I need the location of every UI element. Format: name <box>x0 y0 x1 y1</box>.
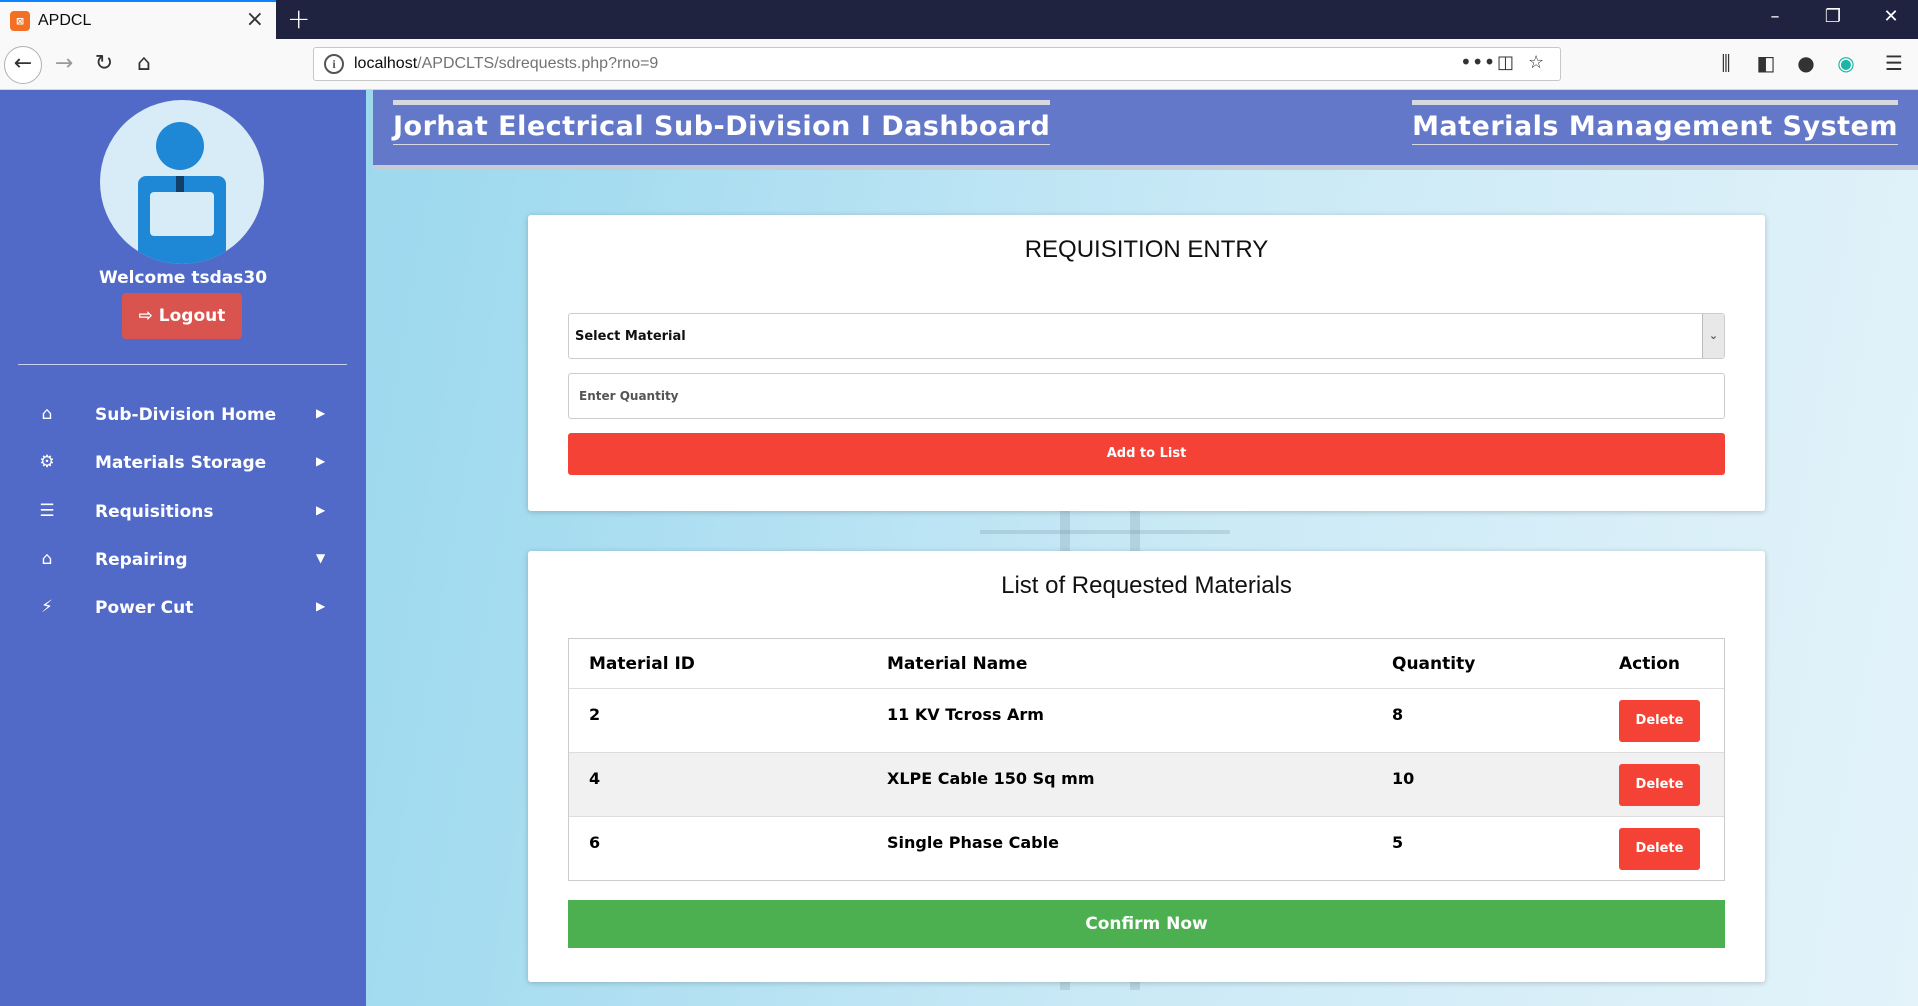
page-content: Welcome tsdas30 ⇨ Logout ⌂ Sub-Division … <box>0 90 1918 1006</box>
url-text: localhost/APDCLTS/sdrequests.php?rno=9 <box>354 55 658 73</box>
material-name-cell: Single Phase Cable <box>887 833 1059 852</box>
plug-icon: ⚡ <box>41 597 53 617</box>
sidebar-item-repairing[interactable]: ⌂ Repairing ▼ <box>0 541 366 581</box>
account-icon[interactable]: ● <box>1792 51 1820 75</box>
close-tab-icon[interactable]: × <box>246 7 264 32</box>
requisition-entry-title: REQUISITION ENTRY <box>1024 236 1269 263</box>
sidebar-toggle-icon[interactable]: ◧ <box>1752 51 1780 75</box>
url-host: localhost <box>354 55 418 72</box>
bookmark-star-icon[interactable]: ☆ <box>1528 52 1544 73</box>
gear-icon: ⚙ <box>39 452 55 472</box>
column-header-quantity: Quantity <box>1392 654 1476 674</box>
system-title: Materials Management System <box>1412 100 1898 145</box>
requested-materials-table: Material ID Material Name Quantity Actio… <box>568 638 1725 881</box>
laptop-icon <box>150 192 214 236</box>
sidebar-item-requisitions[interactable]: ☰ Requisitions ▶ <box>0 493 366 533</box>
back-icon[interactable]: ← <box>4 46 42 84</box>
column-header-material-name: Material Name <box>887 654 1028 674</box>
sidebar-item-label: Requisitions <box>95 502 214 522</box>
sidebar-item-label: Materials Storage <box>95 453 267 473</box>
material-select[interactable]: Select Material ⌄ <box>568 313 1725 359</box>
menu-icon[interactable]: ☰ <box>1880 51 1908 75</box>
sidebar-item-label: Sub-Division Home <box>95 405 277 425</box>
xampp-icon: ⊠ <box>10 11 30 31</box>
material-select-value: Select Material <box>575 329 686 344</box>
caret-right-icon: ▶ <box>316 503 326 517</box>
restore-icon[interactable]: ❐ <box>1818 6 1848 27</box>
delete-button[interactable]: Delete <box>1619 828 1700 870</box>
material-id-cell: 4 <box>589 769 601 788</box>
minimize-icon[interactable]: – <box>1760 6 1790 27</box>
material-name-cell: XLPE Cable 150 Sq mm <box>887 769 1095 788</box>
avatar <box>100 100 264 264</box>
address-bar[interactable]: i localhost/APDCLTS/sdrequests.php?rno=9… <box>313 47 1561 81</box>
delete-button[interactable]: Delete <box>1619 764 1700 806</box>
requested-materials-card: List of Requested Materials Material ID … <box>528 551 1765 982</box>
sidebar-divider <box>18 364 347 365</box>
quantity-placeholder: Enter Quantity <box>579 389 679 403</box>
sidebar-item-materials-storage[interactable]: ⚙ Materials Storage ▶ <box>0 444 366 484</box>
background-tower <box>980 530 1230 534</box>
home-icon[interactable]: ⌂ <box>128 48 160 80</box>
bank-icon: ⌂ <box>41 549 53 569</box>
confirm-now-button[interactable]: Confirm Now <box>568 900 1725 948</box>
quantity-input[interactable]: Enter Quantity <box>568 373 1725 419</box>
list-icon: ☰ <box>39 501 55 521</box>
caret-down-icon: ▼ <box>316 551 326 565</box>
table-row: 4 XLPE Cable 150 Sq mm 10 Delete <box>569 752 1724 816</box>
page-actions-icon[interactable]: ••• <box>1460 50 1495 74</box>
dashboard-title: Jorhat Electrical Sub-Division I Dashboa… <box>393 100 1051 145</box>
tab-title: APDCL <box>38 12 92 29</box>
caret-right-icon: ▶ <box>316 406 326 420</box>
table-row: 2 11 KV Tcross Arm 8 Delete <box>569 688 1724 752</box>
browser-tab[interactable]: ⊠ APDCL × <box>0 0 276 39</box>
requisition-entry-card: REQUISITION ENTRY Select Material ⌄ Ente… <box>528 215 1765 511</box>
column-header-material-id: Material ID <box>589 654 695 674</box>
logout-button[interactable]: ⇨ Logout <box>122 293 242 339</box>
welcome-text: Welcome tsdas30 <box>98 268 268 288</box>
forward-icon[interactable]: → <box>48 48 80 80</box>
caret-right-icon: ▶ <box>316 599 326 613</box>
chevron-down-icon: ⌄ <box>1702 314 1724 358</box>
reload-icon[interactable]: ↻ <box>88 48 120 80</box>
window-close-icon[interactable]: ✕ <box>1876 6 1906 27</box>
library-icon[interactable]: ⫼ <box>1712 51 1740 75</box>
pocket-icon[interactable]: ◫ <box>1497 52 1514 73</box>
quantity-cell: 8 <box>1392 705 1404 724</box>
delete-button[interactable]: Delete <box>1619 700 1700 742</box>
table-header-row: Material ID Material Name Quantity Actio… <box>569 639 1724 688</box>
extension-icon[interactable]: ◉ <box>1832 51 1860 75</box>
caret-right-icon: ▶ <box>316 454 326 468</box>
avatar-head <box>156 122 204 170</box>
sidebar-item-sub-division-home[interactable]: ⌂ Sub-Division Home ▶ <box>0 396 366 436</box>
new-tab-icon[interactable]: + <box>287 2 310 35</box>
browser-nav-bar: ← → ↻ ⌂ i localhost/APDCLTS/sdrequests.p… <box>0 39 1918 90</box>
sidebar-item-label: Repairing <box>95 550 188 570</box>
browser-tab-bar: ⊠ APDCL × + – ❐ ✕ <box>0 0 1918 39</box>
sidebar-item-label: Power Cut <box>95 598 194 618</box>
sidebar: Welcome tsdas30 ⇨ Logout ⌂ Sub-Division … <box>0 90 366 1006</box>
sign-out-icon: ⇨ <box>138 306 153 326</box>
column-header-action: Action <box>1619 654 1680 674</box>
site-info-icon[interactable]: i <box>324 54 344 74</box>
requested-materials-title: List of Requested Materials <box>1001 572 1292 599</box>
url-path: /APDCLTS/sdrequests.php?rno=9 <box>417 55 659 72</box>
material-id-cell: 6 <box>589 833 601 852</box>
home-icon: ⌂ <box>41 404 53 424</box>
page-header: Jorhat Electrical Sub-Division I Dashboa… <box>373 90 1918 170</box>
material-id-cell: 2 <box>589 705 601 724</box>
logout-label: Logout <box>158 306 226 326</box>
table-row: 6 Single Phase Cable 5 Delete <box>569 816 1724 880</box>
quantity-cell: 5 <box>1392 833 1404 852</box>
add-to-list-button[interactable]: Add to List <box>568 433 1725 475</box>
sidebar-item-power-cut[interactable]: ⚡ Power Cut ▶ <box>0 589 366 629</box>
material-name-cell: 11 KV Tcross Arm <box>887 705 1044 724</box>
quantity-cell: 10 <box>1392 769 1415 788</box>
